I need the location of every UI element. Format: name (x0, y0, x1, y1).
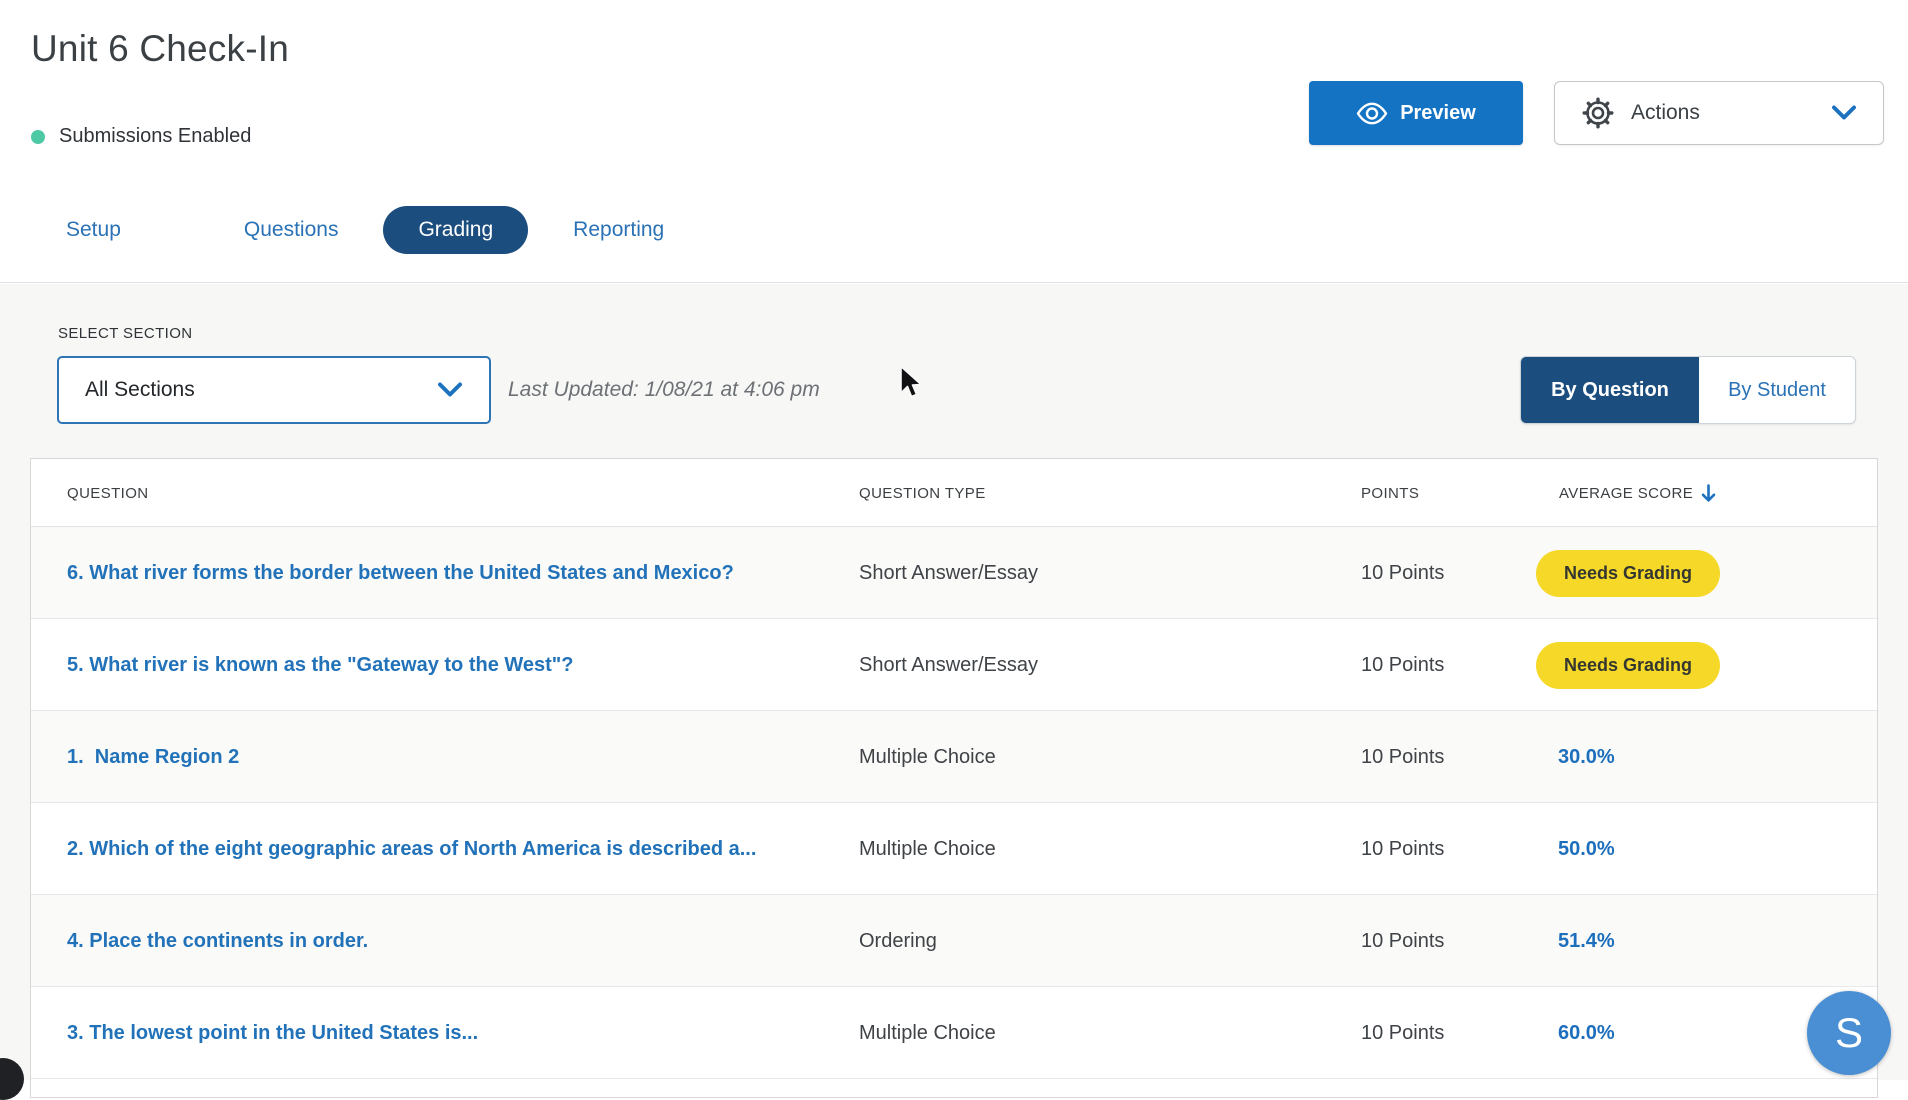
submission-status: Submissions Enabled (31, 125, 251, 148)
question-type-cell: Short Answer/Essay (859, 527, 1038, 619)
table-row: 6. What river forms the border between t… (31, 527, 1877, 619)
question-link[interactable]: 6. What river forms the border between t… (67, 527, 734, 619)
score-value: 50.0% (1536, 838, 1615, 861)
average-score-label: AVERAGE SCORE (1559, 485, 1693, 502)
eye-icon (1356, 102, 1388, 125)
average-score-cell: 51.4% (1536, 895, 1615, 987)
avatar-initial: S (1835, 1009, 1863, 1057)
table-row: 4. Place the continents in order. Orderi… (31, 895, 1877, 987)
table-body: 6. What river forms the border between t… (31, 527, 1877, 1079)
question-type-cell: Multiple Choice (859, 987, 996, 1079)
toggle-by-student[interactable]: By Student (1699, 357, 1855, 423)
question-type-cell: Ordering (859, 895, 937, 987)
preview-button-label: Preview (1400, 102, 1476, 125)
column-header-question: QUESTION (67, 459, 149, 527)
table-header-row: QUESTION QUESTION TYPE POINTS AVERAGE SC… (31, 459, 1877, 527)
tab-questions[interactable]: Questions (234, 218, 349, 242)
question-type-cell: Short Answer/Essay (859, 619, 1038, 711)
question-link[interactable]: 2. Which of the eight geographic areas o… (67, 803, 756, 895)
table-row: 5. What river is known as the "Gateway t… (31, 619, 1877, 711)
question-link[interactable]: 4. Place the continents in order. (67, 895, 368, 987)
preview-button[interactable]: Preview (1309, 81, 1523, 145)
average-score-cell: Needs Grading (1536, 619, 1720, 711)
question-type-cell: Multiple Choice (859, 711, 996, 803)
score-value: 51.4% (1536, 930, 1615, 953)
points-cell: 10 Points (1361, 803, 1444, 895)
score-value: Needs Grading (1536, 550, 1720, 597)
points-cell: 10 Points (1361, 895, 1444, 987)
user-avatar[interactable]: S (1807, 991, 1891, 1075)
section-select-value: All Sections (85, 378, 195, 402)
chevron-down-icon (1831, 105, 1857, 121)
actions-dropdown-button[interactable]: Actions (1554, 81, 1884, 145)
tab-reporting[interactable]: Reporting (563, 218, 674, 242)
select-section-label: SELECT SECTION (58, 325, 193, 342)
tab-grading[interactable]: Grading (383, 206, 528, 254)
score-value: 30.0% (1536, 746, 1615, 769)
column-header-points: POINTS (1361, 459, 1419, 527)
section-select-dropdown[interactable]: All Sections (57, 356, 491, 424)
questions-table: QUESTION QUESTION TYPE POINTS AVERAGE SC… (30, 458, 1878, 1098)
score-value: Needs Grading (1536, 642, 1720, 689)
points-cell: 10 Points (1361, 619, 1444, 711)
toggle-by-question[interactable]: By Question (1521, 357, 1699, 423)
actions-button-label: Actions (1631, 101, 1700, 125)
points-cell: 10 Points (1361, 711, 1444, 803)
average-score-cell: 30.0% (1536, 711, 1615, 803)
average-score-cell: 50.0% (1536, 803, 1615, 895)
column-header-average-score[interactable]: AVERAGE SCORE (1559, 459, 1716, 527)
average-score-cell: Needs Grading (1536, 527, 1720, 619)
table-row: 3. The lowest point in the United States… (31, 987, 1877, 1079)
last-updated-text: Last Updated: 1/08/21 at 4:06 pm (508, 378, 820, 402)
sort-descending-icon (1701, 484, 1716, 503)
gear-icon (1581, 96, 1615, 130)
points-cell: 10 Points (1361, 987, 1444, 1079)
status-label: Submissions Enabled (59, 125, 251, 148)
question-link[interactable]: 5. What river is known as the "Gateway t… (67, 619, 574, 711)
column-header-question-type: QUESTION TYPE (859, 459, 986, 527)
status-dot-icon (31, 130, 45, 144)
assessment-grading-page: Unit 6 Check-In Submissions Enabled Prev… (0, 0, 1908, 1080)
table-row: 1. Name Region 2 Multiple Choice 10 Poin… (31, 711, 1877, 803)
points-cell: 10 Points (1361, 527, 1444, 619)
question-type-cell: Multiple Choice (859, 803, 996, 895)
tab-bar: Setup Questions Grading Reporting (56, 206, 674, 254)
question-link[interactable]: 1. Name Region 2 (67, 711, 239, 803)
page-title: Unit 6 Check-In (31, 28, 289, 70)
score-value: 60.0% (1536, 1022, 1615, 1045)
tab-setup[interactable]: Setup (56, 218, 131, 242)
question-link[interactable]: 3. The lowest point in the United States… (67, 987, 478, 1079)
average-score-cell: 60.0% (1536, 987, 1615, 1079)
chevron-down-icon (437, 382, 463, 398)
view-toggle-group: By Question By Student (1520, 356, 1856, 424)
page-header: Unit 6 Check-In Submissions Enabled Prev… (0, 0, 1908, 283)
table-row: 2. Which of the eight geographic areas o… (31, 803, 1877, 895)
